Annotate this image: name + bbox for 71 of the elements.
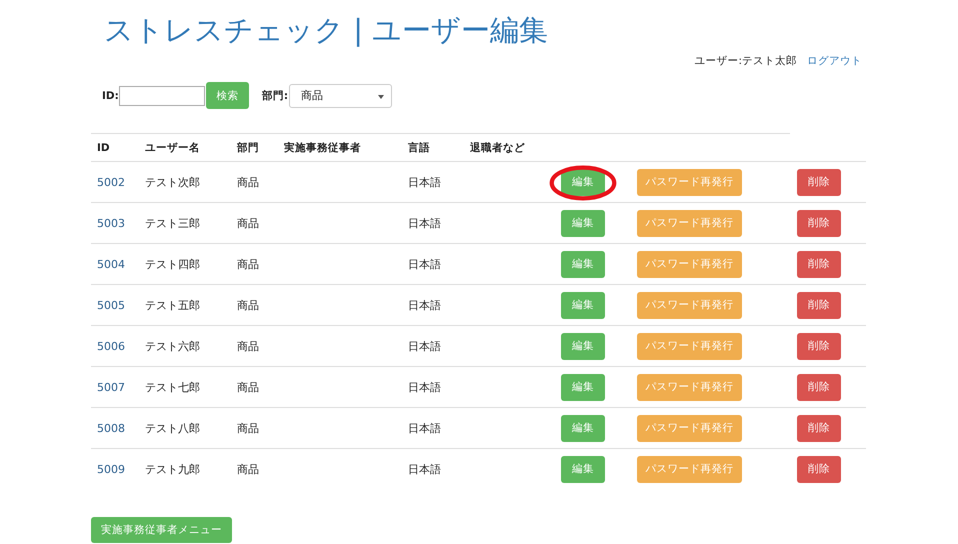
table-cell-text: テスト四郎 [144, 256, 201, 272]
table-cell-text: テスト三郎 [144, 216, 201, 230]
table-cell-text: 商品 [236, 462, 260, 476]
table-cell-text: 日本語 [407, 338, 442, 354]
table-cell-text: 商品 [236, 298, 260, 312]
password-reset-button[interactable]: パスワード再発行 [637, 168, 742, 196]
password-reset-button[interactable]: パスワード再発行 [637, 456, 742, 482]
department-dropdown[interactable]: 商品 [289, 84, 392, 108]
password-reset-button[interactable]: パスワード再発行 [637, 292, 742, 318]
column-header: 部門 [236, 140, 260, 154]
edit-button[interactable]: 編集 [561, 250, 605, 278]
table-cell-text: 商品 [236, 256, 260, 272]
department-label: 部門: [262, 88, 288, 102]
table-cell-text: 5003 [96, 216, 126, 230]
edit-button[interactable]: 編集 [561, 210, 605, 236]
column-header: 言語 [407, 140, 431, 154]
menu-button[interactable]: 実施事務従事者メニュー [91, 517, 232, 543]
id-label: ID: [102, 90, 119, 102]
table-cell-text: テスト九郎 [144, 462, 201, 476]
table-cell-text: テスト五郎 [144, 298, 201, 312]
delete-button[interactable]: 削除 [797, 250, 841, 278]
logout-link[interactable]: ログアウト [807, 54, 862, 68]
password-reset-button[interactable]: パスワード再発行 [637, 332, 742, 360]
password-reset-button[interactable]: パスワード再発行 [637, 414, 742, 442]
table-cell-text: 商品 [236, 420, 260, 436]
table-cell-text: 5006 [96, 340, 126, 352]
delete-button[interactable]: 削除 [797, 292, 841, 318]
table-cell-text: 商品 [236, 338, 260, 354]
table-cell-text: 日本語 [407, 216, 442, 230]
table-cell-text: 5007 [96, 380, 126, 394]
password-reset-button[interactable]: パスワード再発行 [637, 210, 742, 236]
column-header: ID [96, 142, 111, 154]
table-cell-text: 5002 [96, 176, 126, 188]
table-cell-text: テスト八郎 [144, 420, 201, 436]
table-cell-text: テスト七郎 [144, 380, 201, 394]
table-cell-text: 商品 [236, 380, 260, 394]
table-cell-text: テスト次郎 [144, 174, 201, 190]
table-cell-text: 商品 [236, 174, 260, 190]
table-cell-text: テスト六郎 [144, 338, 201, 354]
delete-button[interactable]: 削除 [797, 414, 841, 442]
password-reset-button[interactable]: パスワード再発行 [637, 374, 742, 400]
password-reset-button[interactable]: パスワード再発行 [637, 250, 742, 278]
table-cell-text: 日本語 [407, 380, 442, 394]
edit-button[interactable]: 編集 [561, 374, 605, 400]
table-cell-text: 日本語 [407, 174, 442, 190]
delete-button[interactable]: 削除 [797, 374, 841, 400]
delete-button[interactable]: 削除 [797, 210, 841, 236]
table-cell-text: 日本語 [407, 256, 442, 272]
column-header: ユーザー名 [144, 140, 201, 154]
table-cell-text: 日本語 [407, 462, 442, 476]
column-header: 退職者など [469, 140, 526, 154]
edit-button[interactable]: 編集 [561, 292, 605, 318]
caret-icon [378, 94, 384, 98]
table-cell-text: 日本語 [407, 420, 442, 436]
table-cell-text: 5004 [96, 258, 126, 270]
delete-button[interactable]: 削除 [797, 168, 841, 196]
edit-button[interactable]: 編集 [561, 414, 605, 442]
table-cell-text: 5009 [96, 462, 126, 476]
delete-button[interactable]: 削除 [797, 332, 841, 360]
id-field[interactable] [118, 86, 205, 106]
edit-button[interactable]: 編集 [561, 456, 605, 482]
delete-button[interactable]: 削除 [797, 456, 841, 482]
page-title: ストレスチェック | ユーザー編集 [104, 12, 550, 49]
table-cell-text: 5008 [96, 422, 126, 434]
search-button[interactable]: 検索 [206, 82, 249, 109]
column-header: 実施事務従事者 [283, 140, 362, 154]
table-cell-text: 商品 [236, 216, 260, 230]
table-cell-text: 5005 [96, 298, 126, 312]
table-cell-text: 日本語 [407, 298, 442, 312]
user-name: ユーザー:テスト太郎 [694, 54, 797, 68]
edit-button[interactable]: 編集 [561, 332, 605, 360]
